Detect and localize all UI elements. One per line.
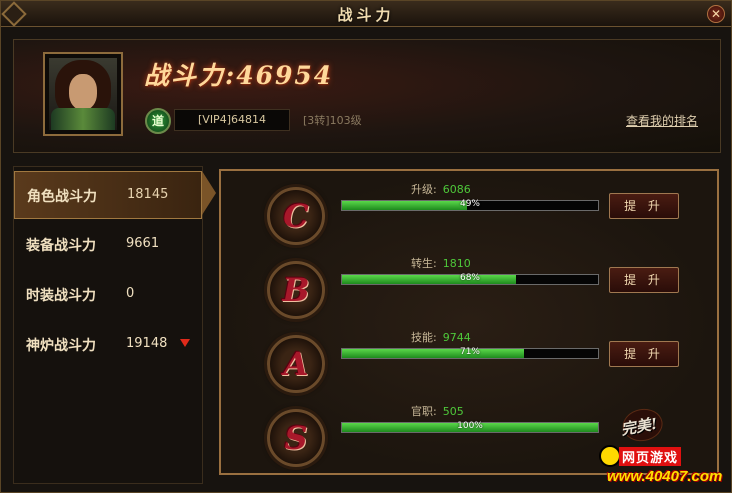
stat-label: 转生: 1810 <box>411 257 471 270</box>
menu-item-fashion[interactable]: 时装战斗力 0 <box>14 271 202 319</box>
menu-item-value: 19148 <box>126 336 168 351</box>
progress-text: 68% <box>459 273 480 283</box>
menu-item-equipment[interactable]: 装备战斗力 9661 <box>14 221 202 269</box>
menu-item-value: 18145 <box>127 187 169 202</box>
stat-value: 1810 <box>442 257 471 270</box>
menu-item-furnace[interactable]: 神炉战斗力 19148 <box>14 321 202 369</box>
decrease-arrow-icon <box>180 339 190 347</box>
level-info: [3转]103级 <box>303 114 362 127</box>
tao-class-icon: 道 <box>145 108 171 134</box>
menu-item-character[interactable]: 角色战斗力 18145 <box>14 171 202 219</box>
rank-c-icon: C <box>267 187 325 245</box>
window-title: 战斗力 <box>337 6 395 24</box>
power-detail-panel: C 升级: 6086 49% 提 升 B 转生: 1810 68% 提 升 A … <box>219 169 719 475</box>
upgrade-button[interactable]: 提 升 <box>609 267 679 293</box>
player-header: 战斗力:46954 道 [VIP4]64814 [3转]103级 查看我的排名 <box>13 39 721 153</box>
progress-bar: 68% <box>341 273 599 285</box>
menu-item-value: 9661 <box>126 236 160 251</box>
progress-bar: 49% <box>341 199 599 211</box>
rank-a-icon: A <box>267 335 325 393</box>
progress-text: 100% <box>457 421 483 431</box>
avatar-image <box>49 58 117 130</box>
avatar <box>43 52 123 136</box>
progress-text: 71% <box>459 347 480 357</box>
progress-text: 49% <box>459 199 480 209</box>
view-ranking-link[interactable]: 查看我的排名 <box>626 112 698 129</box>
site-watermark: 网页游戏 www.40407.com <box>597 439 731 491</box>
menu-item-label: 装备战斗力 <box>26 238 96 254</box>
power-window: 战斗力 ✕ 战斗力:46954 道 [VIP4]64814 [3转]103级 查… <box>0 0 732 493</box>
power-category-menu: 角色战斗力 18145 装备战斗力 9661 时装战斗力 0 神炉战斗力 191… <box>13 166 203 484</box>
power-row-a: A 技能: 9744 71% 提 升 <box>221 327 717 401</box>
power-row-c: C 升级: 6086 49% 提 升 <box>221 179 717 253</box>
menu-item-label: 时装战斗力 <box>26 288 96 304</box>
menu-item-label: 角色战斗力 <box>27 189 97 205</box>
title-bar: 战斗力 ✕ <box>1 1 731 27</box>
stat-value: 9744 <box>442 331 471 344</box>
upgrade-button[interactable]: 提 升 <box>609 193 679 219</box>
stat-label: 官职: 505 <box>411 405 464 418</box>
mascot-icon <box>599 445 621 467</box>
stat-value: 6086 <box>442 183 471 196</box>
menu-item-label: 神炉战斗力 <box>26 338 96 354</box>
rank-b-icon: B <box>267 261 325 319</box>
power-row-b: B 转生: 1810 68% 提 升 <box>221 253 717 327</box>
watermark-title: 网页游戏 <box>619 447 682 466</box>
stat-value: 505 <box>442 405 464 418</box>
menu-pointer-icon <box>202 171 216 215</box>
progress-bar: 100% <box>341 421 599 433</box>
vip-info: [VIP4]64814 <box>174 109 290 131</box>
progress-bar: 71% <box>341 347 599 359</box>
close-button[interactable]: ✕ <box>707 5 725 23</box>
rank-s-icon: S <box>267 409 325 467</box>
menu-item-value: 0 <box>126 286 135 301</box>
stat-label: 升级: 6086 <box>411 183 471 196</box>
total-power: 战斗力:46954 <box>144 61 334 90</box>
stat-label: 技能: 9744 <box>411 331 471 344</box>
watermark-url: www.40407.com <box>607 468 723 485</box>
upgrade-button[interactable]: 提 升 <box>609 341 679 367</box>
